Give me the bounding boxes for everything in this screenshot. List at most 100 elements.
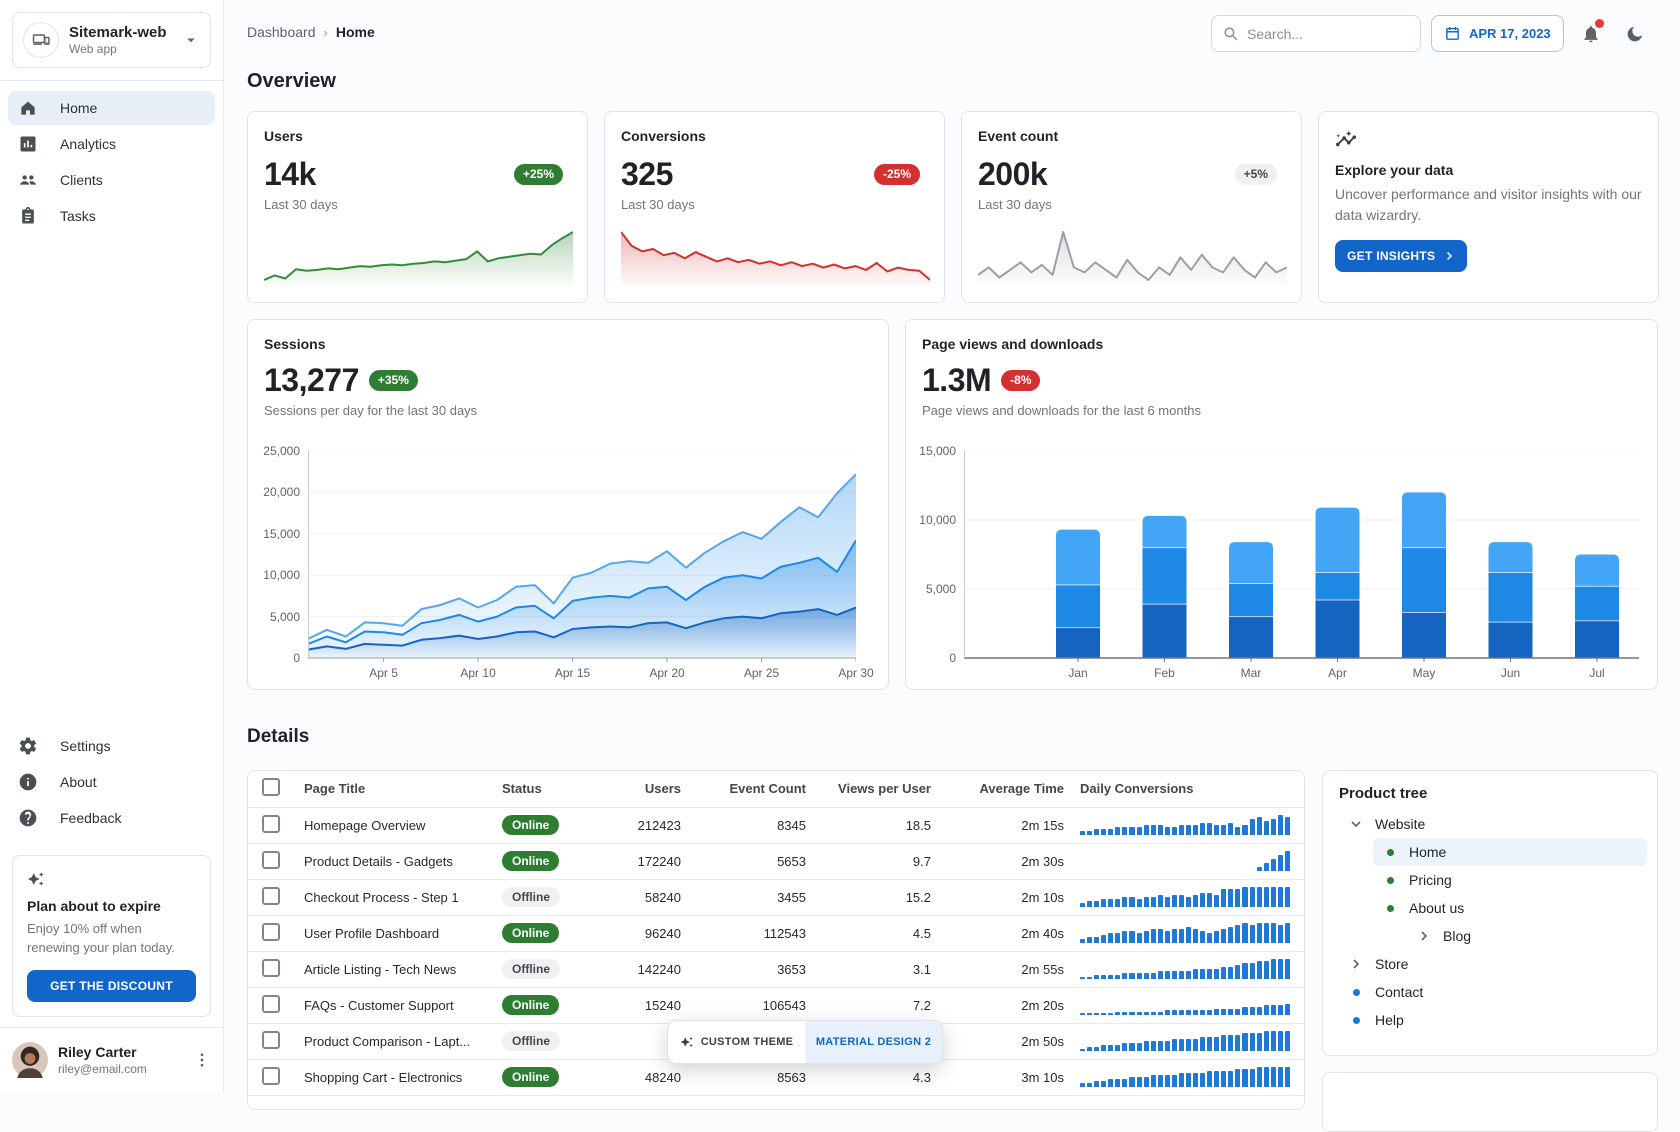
nav-label: Settings — [60, 738, 111, 754]
daily-conversions-sparkline — [1080, 851, 1290, 871]
chevron-down-icon — [182, 31, 200, 49]
x-axis-tick: Apr 20 — [649, 666, 684, 680]
page-views-bar-chart: JanFebMarAprMayJunJul — [964, 451, 1639, 677]
sidebar-item-settings[interactable]: Settings — [8, 729, 215, 763]
views-per-user-cell: 15.2 — [814, 879, 939, 915]
row-checkbox[interactable] — [262, 995, 280, 1013]
tree-item-label: Help — [1375, 1012, 1404, 1028]
page-views-subtitle: Page views and downloads for the last 6 … — [922, 403, 1641, 418]
tree-item-store[interactable]: Store — [1339, 950, 1647, 978]
column-header[interactable]: Average Time — [939, 771, 1072, 807]
table-row: User Profile DashboardOnline962401125434… — [248, 915, 1305, 951]
sidebar-item-tasks[interactable]: Tasks — [8, 199, 215, 233]
row-checkbox[interactable] — [262, 1031, 280, 1049]
column-header[interactable]: Views per User — [814, 771, 939, 807]
event-count-cell: 8345 — [689, 807, 814, 843]
trend-badge: +35% — [369, 370, 418, 390]
product-tree-card: Product tree WebsiteHomePricingAbout usB… — [1322, 770, 1658, 1056]
sessions-subtitle: Sessions per day for the last 30 days — [264, 403, 872, 418]
trend-badge: +5% — [1235, 164, 1277, 184]
tree-item-help[interactable]: Help — [1339, 1006, 1647, 1034]
select-all-checkbox[interactable] — [262, 778, 280, 796]
daily-conversions-sparkline — [1080, 959, 1290, 979]
event-count-cell: 3455 — [689, 879, 814, 915]
row-checkbox[interactable] — [262, 815, 280, 833]
stat-title: Users — [264, 128, 571, 144]
home-icon — [18, 98, 38, 118]
more-vert-icon[interactable] — [193, 1051, 211, 1069]
sessions-title: Sessions — [264, 336, 872, 352]
tree-item-label: Store — [1375, 956, 1408, 972]
y-axis-tick: 20,000 — [263, 485, 300, 499]
tree-item-blog[interactable]: Blog — [1407, 922, 1647, 950]
row-checkbox[interactable] — [262, 1067, 280, 1085]
average-time-cell: 2m 30s — [939, 843, 1072, 879]
workspace-selector[interactable]: Sitemark-web Web app — [12, 12, 211, 68]
sidebar-item-home[interactable]: Home — [8, 91, 215, 125]
y-axis-tick: 15,000 — [919, 444, 956, 458]
y-axis-tick: 0 — [293, 651, 300, 665]
avatar — [12, 1042, 48, 1078]
date-picker-button[interactable]: APR 17, 2023 — [1431, 15, 1564, 52]
dot-blue-icon — [1347, 989, 1365, 996]
sidebar-nav: HomeAnalyticsClientsTasks — [0, 81, 223, 243]
material-design-2-button[interactable]: MATERIAL DESIGN 2 — [805, 1021, 942, 1063]
search-input[interactable] — [1247, 26, 1397, 42]
tree-item-label: Contact — [1375, 984, 1423, 1000]
user-email: riley@email.com — [58, 1062, 147, 1076]
table-row: Article Listing - Tech NewsOffline142240… — [248, 951, 1305, 987]
dark-mode-toggle[interactable] — [1618, 17, 1652, 51]
page-title-cell: Product Comparison - Lapt... — [296, 1023, 494, 1059]
table-row: Checkout Process - Step 1Offline58240345… — [248, 879, 1305, 915]
column-header[interactable]: Page Title — [296, 771, 494, 807]
sidebar-item-feedback[interactable]: Feedback — [8, 801, 215, 835]
users-cell: 96240 — [594, 915, 689, 951]
plan-card-title: Plan about to expire — [27, 898, 196, 914]
y-axis-tick: 15,000 — [263, 527, 300, 541]
page-title-cell: Checkout Process - Step 1 — [296, 879, 494, 915]
get-discount-button[interactable]: GET THE DISCOUNT — [27, 970, 196, 1002]
average-time-cell: 2m 55s — [939, 951, 1072, 987]
explore-card-title: Explore your data — [1335, 162, 1642, 178]
users-sparkline-chart — [264, 228, 573, 286]
breadcrumb-dashboard[interactable]: Dashboard — [247, 24, 316, 40]
daily-conversions-sparkline — [1080, 887, 1290, 907]
sidebar-item-analytics[interactable]: Analytics — [8, 127, 215, 161]
row-checkbox[interactable] — [262, 851, 280, 869]
status-badge: Online — [502, 1067, 559, 1087]
column-header[interactable]: Status — [494, 771, 594, 807]
get-insights-button[interactable]: GET INSIGHTS — [1335, 240, 1467, 272]
page-title-cell: Homepage Overview — [296, 807, 494, 843]
sidebar-secondary-nav: Settings AboutFeedback — [0, 719, 223, 845]
tree-item-website[interactable]: Website — [1339, 810, 1647, 838]
column-header[interactable]: Daily Conversions — [1072, 771, 1305, 807]
custom-theme-button[interactable]: CUSTOM THEME — [668, 1021, 805, 1063]
event-count-cell: 8563 — [689, 1059, 814, 1095]
tree-item-about-us[interactable]: About us — [1373, 894, 1647, 922]
x-axis-tick: Mar — [1241, 666, 1262, 680]
sidebar-item-clients[interactable]: Clients — [8, 163, 215, 197]
search-box — [1211, 15, 1421, 52]
page-title-cell: Product Details - Gadgets — [296, 843, 494, 879]
column-header[interactable]: Users — [594, 771, 689, 807]
dot-green-icon — [1381, 849, 1399, 856]
tree-item-contact[interactable]: Contact — [1339, 978, 1647, 1006]
average-time-cell: 2m 40s — [939, 915, 1072, 951]
product-tree: WebsiteHomePricingAbout us Blog Store Conta… — [1333, 810, 1647, 1034]
tree-item-home[interactable]: Home — [1373, 838, 1647, 866]
row-checkbox[interactable] — [262, 923, 280, 941]
table-row: Product Details - GadgetsOnline172240565… — [248, 843, 1305, 879]
analytics-icon — [18, 134, 38, 154]
tree-item-label: Blog — [1443, 928, 1471, 944]
tree-item-pricing[interactable]: Pricing — [1373, 866, 1647, 894]
row-checkbox[interactable] — [262, 887, 280, 905]
trend-badge: -8% — [1001, 370, 1040, 390]
sidebar-item-about[interactable]: About — [8, 765, 215, 799]
x-axis-tick: Jan — [1068, 666, 1087, 680]
chevron-right-icon: › — [324, 25, 328, 40]
daily-conversions-sparkline — [1080, 923, 1290, 943]
average-time-cell: 2m 15s — [939, 807, 1072, 843]
row-checkbox[interactable] — [262, 959, 280, 977]
notifications-button[interactable] — [1574, 17, 1608, 51]
column-header[interactable]: Event Count — [689, 771, 814, 807]
